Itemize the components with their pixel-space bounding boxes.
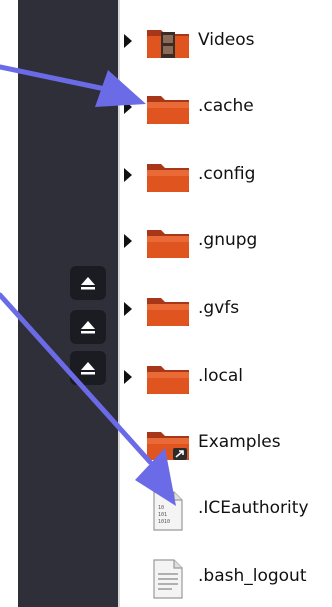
arrow-to-iceauthority [0,292,176,506]
arrow-to-cache [0,64,146,107]
annotation-arrows [0,64,176,506]
